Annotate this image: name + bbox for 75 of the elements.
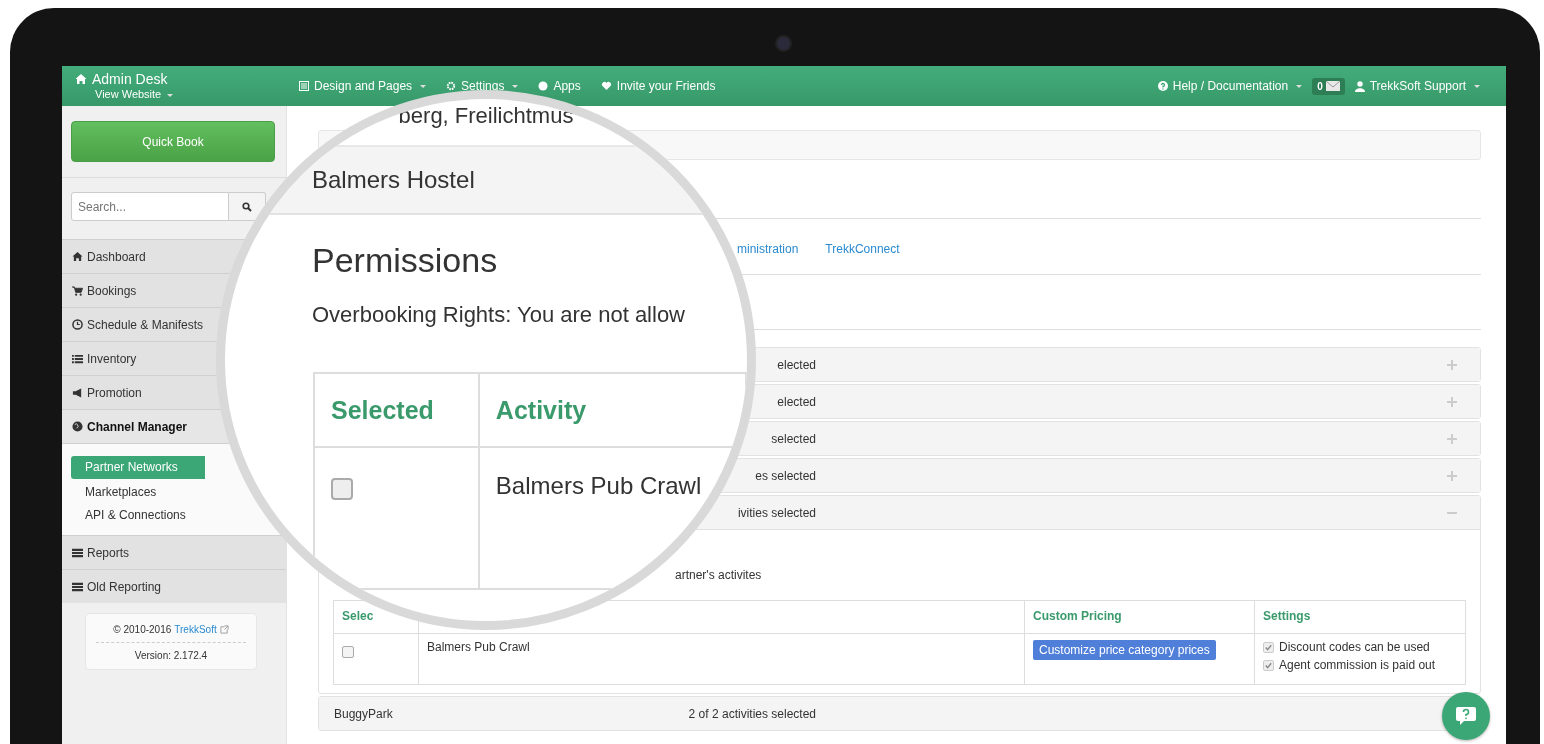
- camera-lens: [775, 35, 792, 52]
- sidebar-menu-item[interactable]: Promotion: [72, 385, 142, 400]
- sidebar-menu-item[interactable]: Reports: [72, 545, 130, 560]
- activities-count: elected: [776, 357, 816, 372]
- sidebar-menu-item[interactable]: Bookings: [72, 283, 137, 298]
- user-menu[interactable]: TrekkSoft Support: [1354, 79, 1480, 93]
- sidebar-menu-item[interactable]: Inventory: [72, 351, 137, 366]
- activities-count: ivities selected: [736, 505, 816, 520]
- clock-icon: [72, 319, 83, 330]
- sidebar-menu-item[interactable]: Old Reporting: [72, 579, 162, 594]
- help-chat-button[interactable]: [1442, 692, 1490, 740]
- circle-icon: [538, 81, 549, 91]
- column-header: Custom Pricing: [1024, 600, 1255, 634]
- partner-name: BuggyPark: [334, 706, 393, 721]
- heart-icon: [600, 81, 612, 91]
- instruction-text: artner's activites: [674, 568, 763, 582]
- tab-link[interactable]: ministration: [737, 241, 799, 256]
- activities-count: 2 of 2 activities selected: [687, 706, 816, 721]
- caret-icon: [1296, 84, 1303, 88]
- search-field[interactable]: Search...: [71, 192, 229, 221]
- checkbox[interactable]: [1263, 659, 1274, 671]
- plus-icon[interactable]: [1447, 470, 1457, 481]
- activities-count: selected: [770, 431, 816, 446]
- plus-icon[interactable]: [1447, 396, 1457, 407]
- list-icon: [299, 81, 309, 91]
- help-menu[interactable]: Help / Documentation: [1157, 79, 1303, 93]
- question-circle-icon: [1157, 81, 1168, 91]
- nav-menu-item[interactable]: Apps: [538, 79, 581, 93]
- column-header: Activity: [478, 373, 746, 447]
- envelope-icon: [1325, 81, 1340, 91]
- home-icon: [75, 73, 87, 85]
- plus-icon[interactable]: [1447, 433, 1457, 444]
- gear-icon: [446, 81, 457, 91]
- activities-count: es selected: [754, 468, 816, 483]
- column-header: Selected: [314, 373, 479, 447]
- home-icon: [72, 251, 83, 262]
- nav-menu-item[interactable]: Invite your Friends: [600, 79, 716, 93]
- question-bubble-icon: [1456, 707, 1476, 725]
- customize-prices-button[interactable]: Customize price category prices: [1033, 640, 1216, 660]
- stack-icon: [72, 547, 83, 558]
- cart-icon: [72, 285, 83, 296]
- nav-menu-item[interactable]: Design and Pages: [299, 79, 427, 93]
- caret-icon: [1474, 84, 1480, 88]
- search-button[interactable]: [229, 192, 266, 221]
- version-text: Version: 2.172.4: [133, 649, 209, 661]
- messages-badge[interactable]: 0: [1312, 77, 1345, 95]
- search-icon: [242, 201, 252, 212]
- checkbox[interactable]: [1263, 641, 1274, 653]
- minus-icon[interactable]: [1447, 511, 1457, 514]
- copyright-text: © 2010-2016: [113, 624, 172, 635]
- view-website-link[interactable]: View Website: [95, 88, 174, 100]
- sidebar-submenu-item[interactable]: API & Connections: [71, 504, 205, 527]
- setting-label: Agent commission is paid out: [1279, 658, 1436, 672]
- activity-cell: Balmers Pub Crawl: [418, 633, 1025, 685]
- stack-icon: [72, 581, 83, 592]
- user-icon: [1354, 80, 1365, 92]
- list-icon: [72, 353, 83, 364]
- plus-icon[interactable]: [1447, 359, 1457, 370]
- setting-label: Discount codes can be used: [1279, 640, 1430, 654]
- checkbox[interactable]: [331, 478, 353, 500]
- sidebar-submenu-item[interactable]: Partner Networks: [71, 456, 205, 479]
- megaphone-icon: [72, 387, 83, 398]
- hostel-name: Balmers Hostel: [312, 166, 475, 194]
- trekksoft-link[interactable]: TrekkSoft: [174, 624, 217, 635]
- external-link-icon: [219, 625, 229, 634]
- sidebar-menu-item[interactable]: Dashboard: [72, 249, 146, 264]
- column-header: Settings: [1254, 600, 1466, 634]
- activities-count: elected: [776, 394, 816, 409]
- tab-link[interactable]: TrekkConnect: [825, 241, 900, 256]
- overbooking-text: Overbooking Rights: You are not allow: [311, 301, 686, 328]
- admin-desk-link[interactable]: Admin Desk: [92, 71, 168, 87]
- sidebar-submenu-item[interactable]: Marketplaces: [71, 481, 205, 504]
- caret-icon: [167, 93, 174, 97]
- quick-book-button[interactable]: Quick Book: [71, 121, 275, 162]
- checkbox[interactable]: [342, 646, 354, 658]
